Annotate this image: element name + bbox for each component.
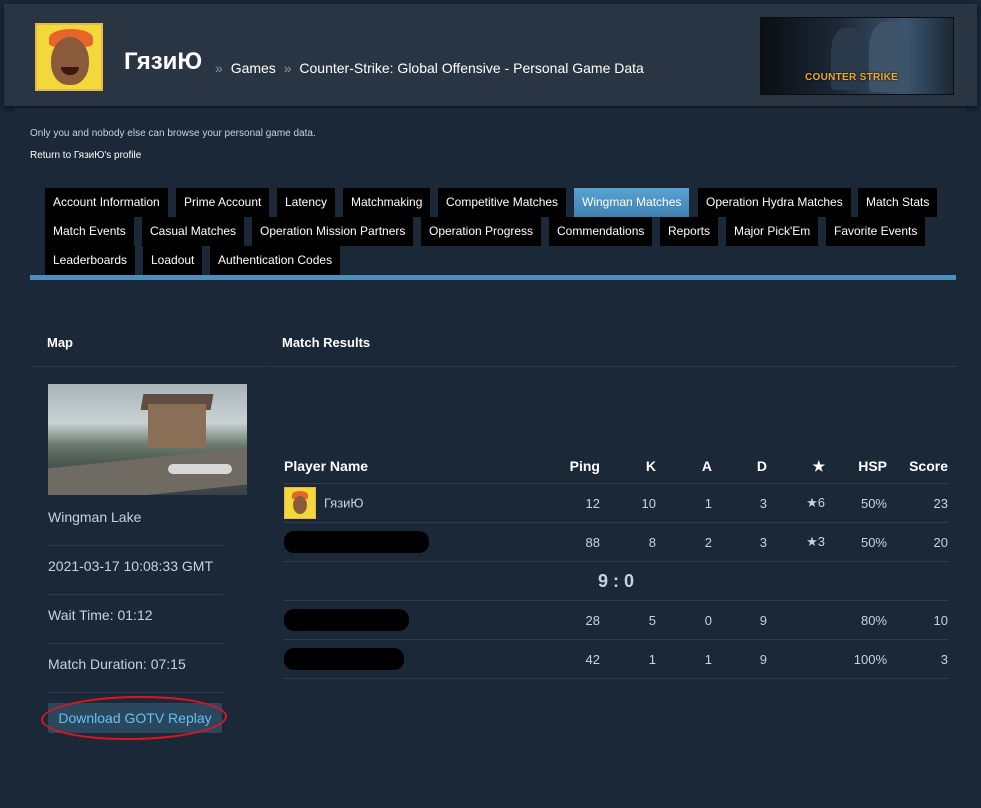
breadcrumb: » Games » Counter-Strike: Global Offensi…	[211, 60, 644, 76]
stat-a: 1	[656, 483, 712, 523]
tab-commendations[interactable]: Commendations	[549, 217, 653, 246]
stat-a: 2	[656, 522, 712, 562]
col-player-name: Player Name	[284, 449, 514, 484]
return-to-profile-link[interactable]: Return to ГязиЮ's profile	[30, 150, 141, 161]
col-mvp-star: ★	[767, 449, 825, 484]
tab-authentication-codes[interactable]: Authentication Codes	[210, 246, 341, 275]
col-hsp: HSP	[825, 449, 887, 484]
tab-match-events[interactable]: Match Events	[45, 217, 134, 246]
stat-d: 3	[712, 483, 767, 523]
stat-mvp: ★6	[767, 483, 825, 523]
stat-score: 23	[887, 483, 948, 523]
profile-avatar[interactable]	[35, 23, 103, 91]
match-results-heading: Match Results	[268, 327, 956, 367]
match-duration: Match Duration: 07:15	[48, 647, 223, 693]
game-banner-image[interactable]: COUNTER STRIKE	[760, 17, 954, 95]
player-row: 28 5 0 9 80% 10	[284, 600, 948, 640]
match-scoreline: 9 : 0	[597, 570, 635, 591]
tab-leaderboards[interactable]: Leaderboards	[45, 246, 136, 275]
stat-k: 8	[600, 522, 656, 562]
stat-mvp: ★3	[767, 522, 825, 562]
stat-ping: 12	[514, 483, 600, 523]
tab-wingman-matches[interactable]: Wingman Matches	[574, 188, 690, 217]
stat-k: 5	[600, 600, 656, 640]
stat-k: 1	[600, 639, 656, 679]
tab-competitive-matches[interactable]: Competitive Matches	[438, 188, 567, 217]
stat-score: 3	[887, 639, 948, 679]
col-kills: K	[600, 449, 656, 484]
stat-k: 10	[600, 483, 656, 523]
wait-time: Wait Time: 01:12	[48, 598, 223, 644]
breadcrumb-separator: »	[283, 60, 292, 76]
tab-casual-matches[interactable]: Casual Matches	[142, 217, 245, 246]
redacted-player-name	[284, 648, 404, 670]
stat-d: 3	[712, 522, 767, 562]
player-avatar[interactable]	[284, 487, 316, 519]
player-name-cell	[284, 600, 514, 640]
tab-account-information[interactable]: Account Information	[45, 188, 168, 217]
map-thumbnail	[48, 384, 247, 495]
player-row: 42 1 1 9 100% 3	[284, 639, 948, 679]
stat-mvp	[767, 639, 825, 679]
stat-ping: 42	[514, 639, 600, 679]
col-score: Score	[887, 449, 948, 484]
match-results-table: Player Name Ping K A D ★ HSP Score ГязиЮ…	[284, 449, 948, 679]
match-date: 2021-03-17 10:08:33 GMT	[48, 549, 223, 595]
table-header-row: Player Name Ping K A D ★ HSP Score	[284, 449, 948, 484]
stat-hsp: 50%	[825, 483, 887, 523]
redacted-player-name	[284, 531, 429, 553]
stat-ping: 88	[514, 522, 600, 562]
map-name: Wingman Lake	[48, 500, 223, 546]
player-row: ГязиЮ 12 10 1 3 ★6 50% 23	[284, 483, 948, 523]
stat-hsp: 80%	[825, 600, 887, 640]
tab-reports[interactable]: Reports	[660, 217, 719, 246]
stat-mvp	[767, 600, 825, 640]
scoreline-row: 9 : 0	[284, 561, 948, 601]
privacy-notice: Only you and nobody else can browse your…	[30, 128, 316, 139]
stat-score: 20	[887, 522, 948, 562]
player-name-cell	[284, 639, 514, 679]
tab-match-stats[interactable]: Match Stats	[858, 188, 938, 217]
breadcrumb-current-page: Counter-Strike: Global Offensive - Perso…	[299, 60, 644, 76]
tab-operation-mission-partners[interactable]: Operation Mission Partners	[252, 217, 414, 246]
map-panel-heading: Map	[32, 327, 265, 367]
red-annotation-circle	[40, 694, 228, 742]
tab-latency[interactable]: Latency	[277, 188, 336, 217]
player-name-cell	[284, 522, 514, 562]
stat-score: 10	[887, 600, 948, 640]
tab-prime-account[interactable]: Prime Account	[176, 188, 270, 217]
stat-a: 1	[656, 639, 712, 679]
game-logo-text: COUNTER STRIKE	[805, 72, 899, 83]
profile-name[interactable]: ГязиЮ	[124, 48, 202, 76]
stat-a: 0	[656, 600, 712, 640]
redacted-player-name	[284, 609, 409, 631]
col-ping: Ping	[514, 449, 600, 484]
tab-major-pick-em[interactable]: Major Pick'Em	[726, 217, 819, 246]
player-row: 88 8 2 3 ★3 50% 20	[284, 522, 948, 562]
breadcrumb-separator: »	[215, 60, 223, 76]
stat-d: 9	[712, 639, 767, 679]
tab-matchmaking[interactable]: Matchmaking	[343, 188, 431, 217]
tab-favorite-events[interactable]: Favorite Events	[826, 217, 926, 246]
stat-hsp: 50%	[825, 522, 887, 562]
tab-operation-progress[interactable]: Operation Progress	[421, 217, 542, 246]
breadcrumb-games-link[interactable]: Games	[231, 60, 276, 76]
map-panel: Map Wingman Lake 2021-03-17 10:08:33 GMT…	[32, 327, 265, 807]
stat-ping: 28	[514, 600, 600, 640]
stat-d: 9	[712, 600, 767, 640]
tab-operation-hydra-matches[interactable]: Operation Hydra Matches	[698, 188, 851, 217]
player-name-cell: ГязиЮ	[284, 483, 514, 523]
tab-underline	[30, 275, 956, 280]
profile-header: ГязиЮ » Games » Counter-Strike: Global O…	[4, 4, 977, 106]
col-deaths: D	[712, 449, 767, 484]
col-assists: A	[656, 449, 712, 484]
stat-hsp: 100%	[825, 639, 887, 679]
player-name-link[interactable]: ГязиЮ	[324, 496, 364, 511]
tab-loadout[interactable]: Loadout	[143, 246, 203, 275]
